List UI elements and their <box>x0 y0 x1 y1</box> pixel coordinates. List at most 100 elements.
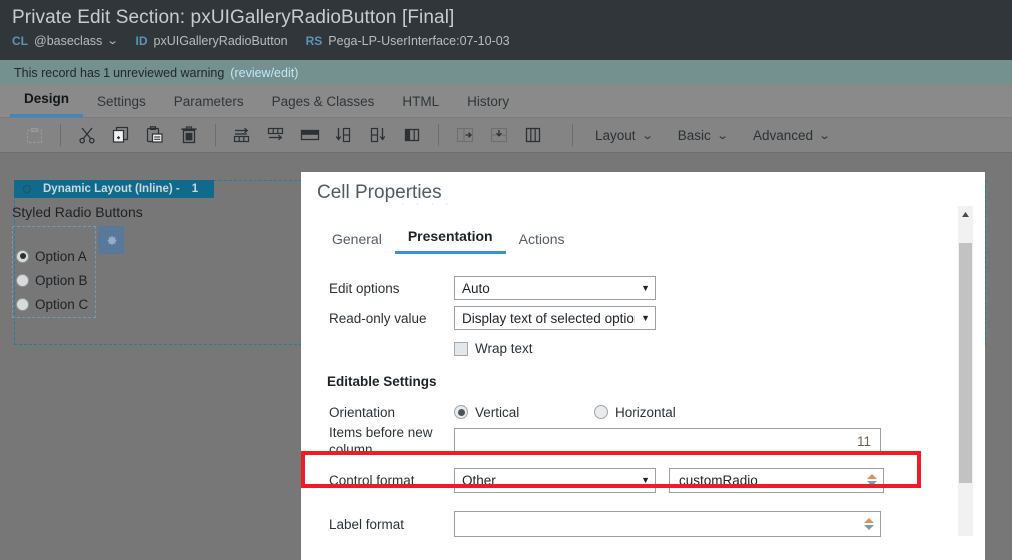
id-value: pxUIGalleryRadioButton <box>153 34 288 48</box>
chevron-down-icon: ⌄ <box>818 129 831 142</box>
canvas-radio-option-c[interactable]: Option C <box>16 292 95 316</box>
orientation-vertical-option[interactable]: Vertical <box>454 405 594 420</box>
tab-settings[interactable]: Settings <box>83 94 160 117</box>
tab-design[interactable]: Design <box>10 91 84 117</box>
tab-parameters[interactable]: Parameters <box>160 94 258 117</box>
advanced-menu[interactable]: Advanced ⌄ <box>753 127 831 143</box>
canvas-radio-option-b[interactable]: Option B <box>16 268 95 292</box>
items-before-new-column-row: Items before new column 11 <box>329 424 881 458</box>
stepper-up-icon[interactable] <box>867 474 877 479</box>
orientation-row: Orientation Vertical Horizontal <box>329 400 676 424</box>
tab-history[interactable]: History <box>453 94 523 117</box>
insert-below-icon[interactable] <box>485 122 513 148</box>
toolbar-divider <box>215 124 216 146</box>
main-tab-bar: Design Settings Parameters Pages & Class… <box>0 85 1012 118</box>
class-key-label: CL <box>12 34 28 48</box>
control-format-value: Other <box>462 472 496 488</box>
merge-cells-icon[interactable] <box>296 122 324 148</box>
radio-selected-icon <box>16 249 29 263</box>
chevron-down-icon: ▼ <box>641 475 650 485</box>
orientation-label: Orientation <box>329 404 396 420</box>
tab-pages-and-classes[interactable]: Pages & Classes <box>258 94 389 117</box>
scrollbar-thumb[interactable] <box>959 243 972 483</box>
layout-menu-label: Layout <box>595 127 636 143</box>
tab-html[interactable]: HTML <box>388 94 453 117</box>
canvas-radio-option-a[interactable]: Option A <box>16 244 95 268</box>
stepper-down-icon[interactable] <box>864 525 874 530</box>
ruleset-key-label: RS <box>305 34 323 48</box>
edit-options-row: Edit options Auto ▼ <box>329 276 656 300</box>
paste-placeholder-icon[interactable] <box>20 122 48 148</box>
control-format-row: Control format Other ▼ customRadio <box>329 467 884 493</box>
chevron-down-icon: ▼ <box>641 313 650 323</box>
dialog-tab-presentation[interactable]: Presentation <box>394 228 506 254</box>
review-edit-link[interactable]: (review/edit) <box>230 66 298 80</box>
dialog-scrollbar[interactable] <box>958 206 973 536</box>
stepper-icon[interactable] <box>867 472 877 488</box>
application-window: Private Edit Section: pxUIGalleryRadioBu… <box>0 0 1012 560</box>
scroll-up-icon[interactable] <box>958 206 973 222</box>
delete-icon[interactable] <box>175 122 203 148</box>
orientation-vertical-label: Vertical <box>475 404 520 420</box>
design-toolbar: Layout ⌄ Basic ⌄ Advanced ⌄ <box>0 118 1012 153</box>
edit-options-label: Edit options <box>329 280 400 296</box>
editable-settings-heading: Editable Settings <box>327 374 437 389</box>
layout-menu[interactable]: Layout ⌄ <box>595 127 654 143</box>
insert-row-after-icon[interactable] <box>228 122 256 148</box>
read-only-value-select[interactable]: Display text of selected option ▼ <box>454 306 656 330</box>
move-row-down-icon[interactable] <box>330 122 358 148</box>
stepper-icon[interactable] <box>864 516 874 532</box>
dialog-tab-actions[interactable]: Actions <box>506 231 578 254</box>
dialog-tab-general[interactable]: General <box>319 231 395 254</box>
insert-column-after-icon[interactable] <box>262 122 290 148</box>
layout-handle-icon <box>23 185 31 193</box>
label-format-label: Label format <box>329 516 405 532</box>
canvas-radio-label: Option C <box>35 296 89 312</box>
columns-icon[interactable] <box>519 122 547 148</box>
edit-options-select[interactable]: Auto ▼ <box>454 276 656 300</box>
dynamic-layout-number: 1 <box>191 183 199 195</box>
clipped-overflow-text: · · · · <box>401 198 453 210</box>
advanced-menu-label: Advanced <box>753 127 814 143</box>
basic-menu[interactable]: Basic ⌄ <box>677 127 729 143</box>
control-format-custom-value: customRadio <box>679 472 758 488</box>
record-header: Private Edit Section: pxUIGalleryRadioBu… <box>0 0 1012 60</box>
orientation-horizontal-label: Horizontal <box>615 404 676 420</box>
wrap-text-row[interactable]: Wrap text <box>454 341 533 356</box>
radio-selected-icon <box>454 405 468 419</box>
class-value[interactable]: @baseclass <box>34 32 102 50</box>
gear-icon[interactable] <box>98 226 124 254</box>
id-key-label: ID <box>135 34 148 48</box>
split-cell-icon[interactable] <box>398 122 426 148</box>
chevron-down-icon[interactable]: ⌄ <box>107 32 119 50</box>
dialog-tab-bar: General Presentation Actions <box>319 224 578 254</box>
move-column-down-icon[interactable] <box>364 122 392 148</box>
copy-icon[interactable] <box>107 122 135 148</box>
items-before-new-column-label: Items before new column <box>329 425 433 457</box>
chevron-down-icon: ▼ <box>641 283 650 293</box>
stepper-down-icon[interactable] <box>867 481 877 486</box>
toolbar-divider <box>438 124 439 146</box>
control-format-custom-input[interactable]: customRadio <box>669 467 884 493</box>
control-format-select[interactable]: Other ▼ <box>454 467 656 493</box>
items-before-new-column-value: 11 <box>856 433 871 449</box>
edit-options-value: Auto <box>462 280 490 296</box>
dynamic-layout-header[interactable]: Dynamic Layout (Inline) - 1 <box>14 180 214 198</box>
wrap-text-checkbox[interactable] <box>454 341 468 356</box>
record-metadata: CL @baseclass ⌄ ID pxUIGalleryRadioButto… <box>12 32 1012 50</box>
items-before-new-column-input[interactable]: 11 <box>454 428 881 454</box>
ruleset-value: Pega-LP-UserInterface:07-10-03 <box>328 34 510 48</box>
section-label: Styled Radio Buttons <box>12 204 143 220</box>
label-format-input[interactable] <box>454 511 881 537</box>
stepper-up-icon[interactable] <box>864 518 874 523</box>
insert-right-icon[interactable] <box>451 122 479 148</box>
radio-unselected-icon <box>16 297 29 311</box>
chevron-down-icon: ⌄ <box>640 129 654 142</box>
basic-menu-label: Basic <box>677 127 711 143</box>
warning-suffix: unreviewed warning <box>113 65 225 80</box>
paste-icon[interactable] <box>141 122 169 148</box>
warning-count: 1 <box>103 65 111 80</box>
orientation-horizontal-option[interactable]: Horizontal <box>594 405 676 420</box>
cut-icon[interactable] <box>73 122 101 148</box>
radio-button-cell[interactable]: Option A Option B Option C <box>12 226 96 318</box>
